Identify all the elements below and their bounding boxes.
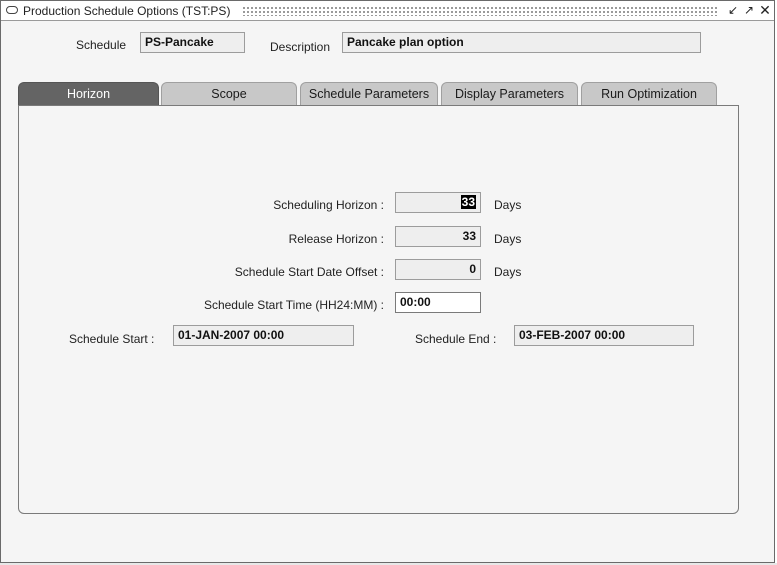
maximize-icon[interactable]: ↗ [742,3,756,18]
scheduling-horizon-value: 33 [460,195,476,209]
start-time-label: Schedule Start Time (HH24:MM) : [203,298,384,312]
title-bar[interactable]: Production Schedule Options (TST:PS) ↙ ↗… [1,1,774,21]
scheduling-horizon-label: Scheduling Horizon : [273,198,384,212]
start-offset-label: Schedule Start Date Offset : [234,265,384,279]
schedule-end-field[interactable]: 03-FEB-2007 00:00 [514,325,694,346]
close-icon[interactable]: ✕ [758,3,772,18]
window-menu-icon[interactable] [6,6,18,14]
tab-schedule-parameters[interactable]: Schedule Parameters [300,82,438,105]
tab-horizon[interactable]: Horizon [18,82,159,105]
schedule-start-label: Schedule Start : [69,332,155,346]
schedule-label: Schedule [76,38,127,52]
release-horizon-unit: Days [494,232,522,246]
release-horizon-field[interactable]: 33 [395,226,481,247]
release-horizon-label: Release Horizon : [288,232,384,246]
title-bar-grip [242,6,719,16]
scheduling-horizon-unit: Days [494,198,522,212]
description-label: Description [270,40,331,54]
scheduling-horizon-field[interactable]: 33 [395,192,481,213]
schedule-field[interactable]: PS-Pancake [140,32,245,53]
tab-run-optimization[interactable]: Run Optimization [581,82,717,105]
start-time-input[interactable]: 00:00 [395,292,481,313]
window-title: Production Schedule Options (TST:PS) [23,4,231,18]
horizon-tab-panel: Scheduling Horizon : 33 Days Release Hor… [18,105,739,514]
tab-scope[interactable]: Scope [161,82,297,105]
tab-display-parameters[interactable]: Display Parameters [441,82,578,105]
schedule-start-field[interactable]: 01-JAN-2007 00:00 [173,325,354,346]
schedule-end-label: Schedule End : [415,332,497,346]
description-field[interactable]: Pancake plan option [342,32,701,53]
start-offset-field[interactable]: 0 [395,259,481,280]
start-offset-unit: Days [494,265,522,279]
production-schedule-options-window: Production Schedule Options (TST:PS) ↙ ↗… [0,0,775,563]
minimize-icon[interactable]: ↙ [726,3,740,18]
